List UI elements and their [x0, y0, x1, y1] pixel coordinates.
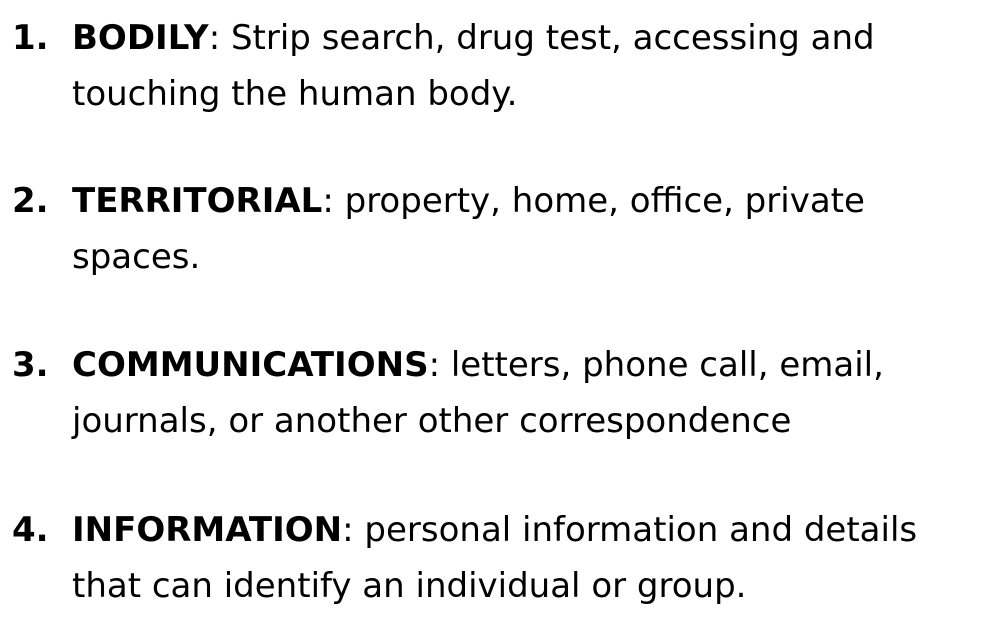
- list-item-number: 3.: [12, 345, 49, 385]
- list-item-term: COMMUNICATIONS: [72, 345, 429, 385]
- list-item-information: 4. INFORMATION: personal information and…: [12, 502, 997, 614]
- list-item-colon: :: [428, 345, 441, 385]
- list-item-number: 4.: [12, 510, 49, 550]
- list-item-description: property, home, office, private: [333, 181, 865, 221]
- list-item-first-line: 2. TERRITORIAL: property, home, office, …: [12, 173, 997, 229]
- list-item-colon: :: [208, 18, 221, 58]
- list-item-first-line: 3. COMMUNICATIONS: letters, phone call, …: [12, 337, 997, 393]
- list-item-territorial: 2. TERRITORIAL: property, home, office, …: [12, 173, 997, 285]
- list-item-description: Strip search, drug test, accessing and: [220, 18, 875, 58]
- list-item-number: 2.: [12, 181, 49, 221]
- list-item-continuation: touching the human body.: [72, 74, 518, 114]
- list-item-continuation: that can identify an individual or group…: [72, 566, 747, 606]
- list-item-description: personal information and details: [353, 510, 918, 550]
- list-item-colon: :: [322, 181, 334, 221]
- list-item-colon: :: [342, 510, 354, 550]
- list-item-term: INFORMATION: [72, 510, 343, 550]
- list-item-continuation: spaces.: [72, 237, 201, 277]
- list-item-first-line: 1. BODILY: Strip search, drug test, acce…: [12, 10, 997, 66]
- list-item-term: TERRITORIAL: [72, 181, 323, 221]
- list-item-communications: 3. COMMUNICATIONS: letters, phone call, …: [12, 337, 997, 449]
- list-item-description: letters, phone call, email,: [440, 345, 884, 385]
- list-item-number: 1.: [12, 18, 49, 58]
- privacy-types-list: 1. BODILY: Strip search, drug test, acce…: [0, 0, 1008, 620]
- list-item-continuation: journals, or another other correspondenc…: [72, 401, 792, 441]
- list-item-term: BODILY: [72, 18, 209, 58]
- list-item-bodily: 1. BODILY: Strip search, drug test, acce…: [12, 10, 997, 122]
- list-item-first-line: 4. INFORMATION: personal information and…: [12, 502, 997, 558]
